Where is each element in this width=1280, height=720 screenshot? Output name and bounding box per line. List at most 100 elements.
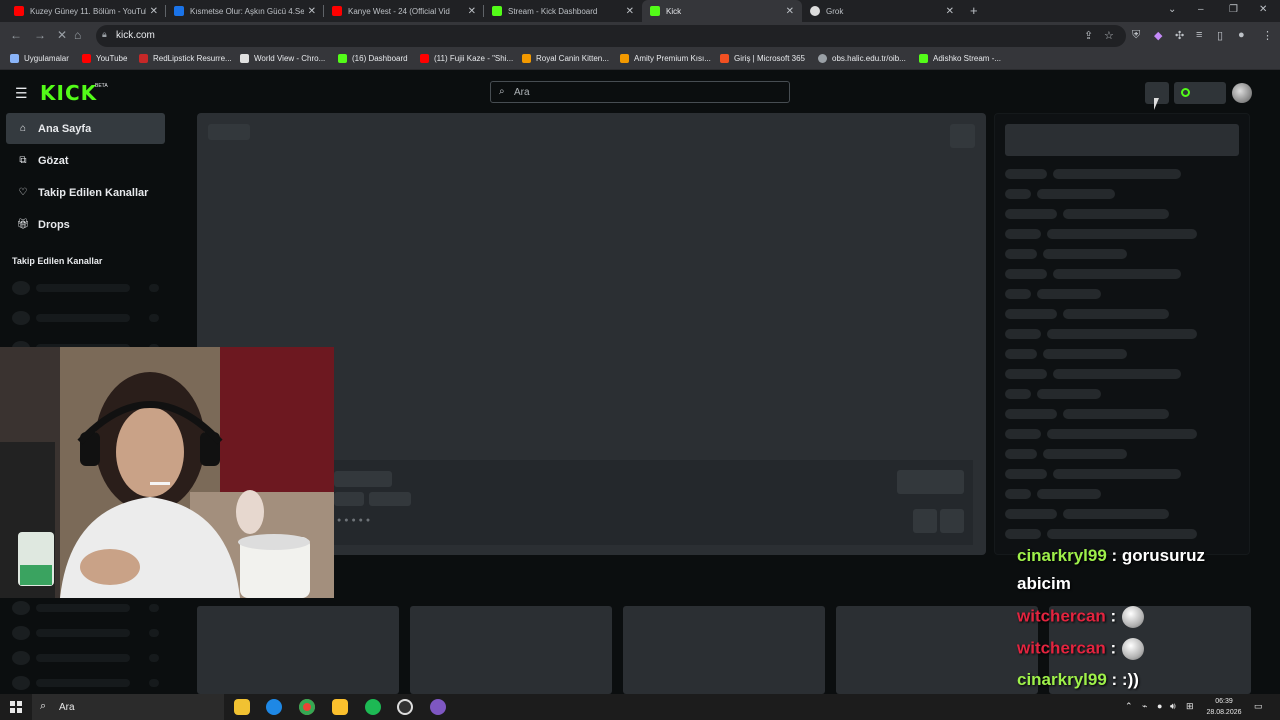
bookmark-item[interactable]: Adishko Stream -... [919, 54, 1001, 63]
browse-icon: ⧉ [19, 155, 27, 166]
channel-skeleton [12, 676, 162, 690]
action-button-skeleton[interactable] [940, 509, 964, 533]
language-icon[interactable]: ⊞ [1186, 701, 1194, 712]
share-icon[interactable]: ⇪ [1084, 29, 1093, 42]
chat-header-skeleton [1005, 124, 1239, 156]
file-explorer-icon[interactable] [234, 699, 250, 715]
network-icon[interactable]: ⌁ [1142, 701, 1147, 712]
close-tab-icon[interactable]: ✕ [468, 6, 476, 17]
live-badge-skeleton [208, 124, 250, 140]
minimize-icon[interactable]: – [1198, 4, 1204, 15]
extension-icon[interactable]: ◆ [1154, 29, 1162, 42]
clock-date: 28.08.2026 [1206, 709, 1242, 716]
stream-card-skeleton[interactable] [836, 606, 1038, 694]
site-icon [240, 54, 249, 63]
tab-search-icon[interactable]: ⌄ [1168, 4, 1176, 15]
site-icon [174, 6, 184, 16]
side-panel-icon[interactable]: ▯ [1217, 29, 1223, 42]
spotify-icon[interactable] [365, 699, 381, 715]
following-header: Takip Edilen Kanallar [12, 256, 103, 266]
bookmark-item[interactable]: World View - Chro... [240, 54, 325, 63]
bookmark-item[interactable]: obs.halic.edu.tr/oib... [818, 54, 906, 63]
notes-icon[interactable] [332, 699, 348, 715]
reading-list-icon[interactable]: ≡ [1196, 29, 1202, 41]
stream-card-skeleton[interactable] [623, 606, 825, 694]
new-tab-icon[interactable]: + [970, 3, 978, 18]
extensions-puzzle-icon[interactable]: ✣ [1175, 29, 1184, 42]
kick-icon [650, 6, 660, 16]
tray-chevron-icon[interactable]: ⌃ [1125, 701, 1133, 712]
kick-logo[interactable]: KICK [40, 81, 97, 105]
hamburger-menu-icon[interactable]: ☰ [15, 85, 28, 102]
sidebar-item-drops[interactable]: 🎁︎ Drops [6, 209, 165, 240]
bookmark-item[interactable]: RedLipstick Resurre... [139, 54, 232, 63]
bookmark-item[interactable]: Royal Canin Kitten... [522, 54, 609, 63]
browser-tab[interactable]: Stream - Kick Dashboard ✕ [484, 0, 642, 22]
close-tab-icon[interactable]: ✕ [626, 6, 634, 17]
windows-start-icon[interactable] [10, 701, 22, 713]
lock-icon[interactable]: 🔒︎ [102, 29, 107, 40]
back-icon[interactable]: ← [10, 28, 22, 42]
browser-tab-strip: Kuzey Güney 11. Bölüm - YouTube ✕ Kısmet… [0, 0, 1280, 22]
stream-card-skeleton[interactable] [197, 606, 399, 694]
action-button-skeleton[interactable] [913, 509, 937, 533]
youtube-icon [82, 54, 91, 63]
taskbar-search-input[interactable]: ⌕ Ara [32, 694, 224, 720]
profile-icon[interactable]: ● [1238, 29, 1245, 41]
browser-tab-active[interactable]: Kick ✕ [642, 0, 802, 22]
sidebar-item-home[interactable]: ⌂ Ana Sayfa [6, 113, 165, 144]
bookmark-item[interactable]: (11) Fujii Kaze - "Shi... [420, 54, 513, 63]
obs-icon[interactable] [397, 699, 413, 715]
site-icon [338, 54, 347, 63]
menu-icon[interactable]: ⋮ [1262, 29, 1273, 42]
forward-icon[interactable]: → [34, 28, 46, 42]
edge-icon[interactable] [266, 699, 282, 715]
search-input[interactable]: ⌕ Ara [490, 81, 790, 103]
stop-loading-icon[interactable]: ✕ [57, 28, 67, 42]
channel-skeleton [12, 311, 162, 325]
bookmark-item[interactable]: Amity Premium Kısı... [620, 54, 711, 63]
microphone-icon[interactable]: ● [1157, 701, 1162, 711]
notification-icon[interactable]: ▭ [1254, 701, 1263, 712]
tab-title: Grok [826, 6, 844, 16]
channel-skeleton [12, 626, 162, 640]
sidebar-item-browse[interactable]: ⧉ Gözat [6, 145, 165, 176]
close-tab-icon[interactable]: ✕ [150, 6, 158, 17]
emote-icon [1122, 638, 1145, 660]
stream-card-skeleton[interactable] [410, 606, 612, 694]
overlay-chat-message: cinarkryl99 : :)) [1017, 670, 1139, 689]
close-tab-icon[interactable]: ✕ [946, 6, 954, 17]
bookmark-item[interactable]: YouTube [82, 54, 127, 63]
volume-icon[interactable]: 🔊︎ [1170, 701, 1176, 712]
chrome-icon[interactable] [299, 699, 315, 715]
extension-shield-icon[interactable]: ⛨ [1132, 29, 1140, 42]
bookmark-star-icon[interactable]: ☆ [1104, 29, 1114, 42]
browser-tab[interactable]: Grok ✕ [802, 0, 962, 22]
sidebar-item-following[interactable]: ♡ Takip Edilen Kanallar [6, 177, 165, 208]
channel-skeleton [12, 601, 162, 615]
url-text[interactable]: kick.com [116, 30, 155, 41]
taskbar-clock[interactable]: 06:39 28.08.2026 [1200, 696, 1248, 718]
browser-tab[interactable]: Kısmetse Olur: Aşkın Gücü 4.Sez ✕ [166, 0, 324, 22]
bookmark-item[interactable]: Uygulamalar [10, 54, 69, 63]
chat-panel-skeleton [994, 113, 1250, 555]
restore-icon[interactable]: ❐ [1229, 4, 1238, 15]
close-tab-icon[interactable]: ✕ [786, 6, 794, 17]
app-icon[interactable] [430, 699, 446, 715]
close-window-icon[interactable]: ✕ [1259, 4, 1267, 15]
search-icon: ⌕ [40, 700, 47, 712]
follow-button-skeleton[interactable] [897, 470, 964, 494]
home-icon[interactable]: ⌂ [74, 28, 81, 42]
browser-tab[interactable]: Kuzey Güney 11. Bölüm - YouTube ✕ [6, 0, 166, 22]
bookmark-item[interactable]: Giriş | Microsoft 365 [720, 54, 805, 63]
address-bar[interactable]: 🔒︎ kick.com ⇪ ☆ [96, 25, 1126, 47]
tab-title: Kanye West - 24 (Official Vid [348, 6, 450, 16]
mouse-cursor [1154, 98, 1164, 110]
user-avatar[interactable] [1232, 83, 1252, 103]
close-tab-icon[interactable]: ✕ [308, 6, 316, 17]
tab-title: Kısmetse Olur: Aşkın Gücü 4.Sez [190, 6, 304, 16]
browser-tab[interactable]: Kanye West - 24 (Official Vid ✕ [324, 0, 484, 22]
kick-icon [919, 54, 928, 63]
bookmark-item[interactable]: (16) Dashboard [338, 54, 408, 63]
overlay-chat-message: cinarkryl99 : gorusuruz [1017, 546, 1206, 565]
